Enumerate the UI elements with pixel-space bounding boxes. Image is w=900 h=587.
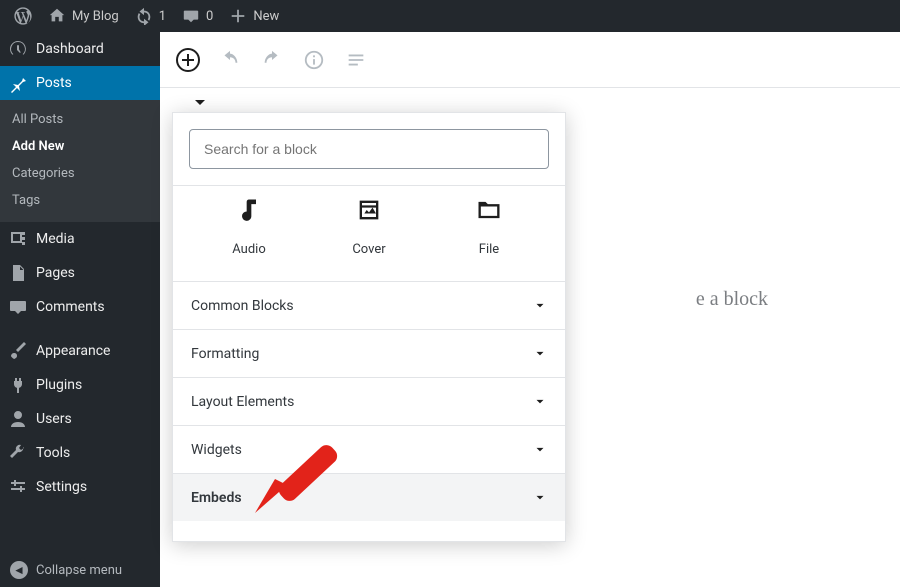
user-icon bbox=[8, 409, 28, 429]
plus-circle-icon bbox=[176, 48, 200, 72]
folder-icon bbox=[475, 196, 503, 224]
audio-icon bbox=[235, 196, 263, 224]
comments-link[interactable]: 0 bbox=[174, 0, 221, 32]
comments-icon bbox=[8, 297, 28, 317]
chevron-down-icon bbox=[533, 443, 547, 457]
new-link[interactable]: New bbox=[221, 0, 287, 32]
posts-submenu: All Posts Add New Categories Tags bbox=[0, 100, 160, 222]
cover-icon bbox=[355, 196, 383, 224]
chevron-down-icon bbox=[533, 395, 547, 409]
outline-button[interactable] bbox=[342, 46, 370, 74]
menu-label: Posts bbox=[36, 75, 72, 91]
chevron-down-icon bbox=[533, 347, 547, 361]
pin-icon bbox=[8, 73, 28, 93]
block-label: File bbox=[479, 242, 499, 257]
block-inserter-button[interactable] bbox=[174, 46, 202, 74]
menu-item-comments[interactable]: Comments bbox=[0, 290, 160, 324]
updates-count: 1 bbox=[159, 9, 166, 24]
inserter-scroll[interactable]: Audio Cover File bbox=[173, 186, 565, 541]
comment-icon bbox=[182, 7, 200, 25]
collapse-menu[interactable]: ◄ Collapse menu bbox=[0, 553, 160, 587]
block-label: Audio bbox=[232, 242, 265, 257]
wordpress-icon bbox=[14, 7, 32, 25]
category-widgets[interactable]: Widgets bbox=[173, 425, 565, 473]
editor-area: e a block Audio bbox=[160, 32, 900, 587]
editor-toolbar bbox=[160, 32, 900, 88]
menu-item-tools[interactable]: Tools bbox=[0, 436, 160, 470]
wp-logo[interactable] bbox=[6, 0, 40, 32]
submenu-add-new[interactable]: Add New bbox=[0, 133, 160, 160]
caret-down-icon bbox=[195, 100, 205, 110]
menu-label: Settings bbox=[36, 479, 87, 495]
category-layout[interactable]: Layout Elements bbox=[173, 377, 565, 425]
category-label: Formatting bbox=[191, 346, 259, 362]
menu-label: Appearance bbox=[36, 343, 110, 359]
block-inserter-popover: Audio Cover File bbox=[172, 112, 566, 542]
menu-item-users[interactable]: Users bbox=[0, 402, 160, 436]
pages-icon bbox=[8, 263, 28, 283]
refresh-icon bbox=[135, 7, 153, 25]
menu-item-settings[interactable]: Settings bbox=[0, 470, 160, 504]
site-name: My Blog bbox=[72, 9, 119, 24]
block-search-input[interactable] bbox=[189, 129, 549, 169]
chevron-left-icon: ◄ bbox=[10, 561, 28, 579]
comments-count: 0 bbox=[206, 9, 213, 24]
block-item-file[interactable]: File bbox=[439, 196, 539, 257]
media-icon bbox=[8, 229, 28, 249]
menu-label: Tools bbox=[36, 445, 70, 461]
category-formatting[interactable]: Formatting bbox=[173, 329, 565, 377]
redo-button[interactable] bbox=[258, 46, 286, 74]
menu-label: Pages bbox=[36, 265, 75, 281]
category-label: Common Blocks bbox=[191, 298, 294, 314]
menu-item-plugins[interactable]: Plugins bbox=[0, 368, 160, 402]
editor-placeholder-fragment: e a block bbox=[696, 288, 768, 311]
menu-item-pages[interactable]: Pages bbox=[0, 256, 160, 290]
block-item-cover[interactable]: Cover bbox=[319, 196, 419, 257]
brush-icon bbox=[8, 341, 28, 361]
menu-label: Comments bbox=[36, 299, 105, 315]
admin-bar: My Blog 1 0 New bbox=[0, 0, 900, 32]
submenu-tags[interactable]: Tags bbox=[0, 187, 160, 214]
undo-button[interactable] bbox=[216, 46, 244, 74]
submenu-categories[interactable]: Categories bbox=[0, 160, 160, 187]
block-items-row: Audio Cover File bbox=[173, 186, 565, 281]
category-label: Widgets bbox=[191, 442, 242, 458]
admin-sidebar: Dashboard Posts All Posts Add New Catego… bbox=[0, 32, 160, 587]
menu-item-appearance[interactable]: Appearance bbox=[0, 334, 160, 368]
collapse-label: Collapse menu bbox=[36, 563, 122, 578]
menu-label: Users bbox=[36, 411, 72, 427]
category-label: Embeds bbox=[191, 490, 242, 506]
info-button[interactable] bbox=[300, 46, 328, 74]
menu-item-media[interactable]: Media bbox=[0, 222, 160, 256]
dashboard-icon bbox=[8, 39, 28, 59]
plus-icon bbox=[229, 7, 247, 25]
category-common-blocks[interactable]: Common Blocks bbox=[173, 281, 565, 329]
chevron-down-icon bbox=[533, 299, 547, 313]
wrench-icon bbox=[8, 443, 28, 463]
menu-item-dashboard[interactable]: Dashboard bbox=[0, 32, 160, 66]
sliders-icon bbox=[8, 477, 28, 497]
plug-icon bbox=[8, 375, 28, 395]
chevron-down-icon bbox=[533, 491, 547, 505]
category-embeds[interactable]: Embeds bbox=[173, 473, 565, 521]
menu-item-posts[interactable]: Posts bbox=[0, 66, 160, 100]
site-link[interactable]: My Blog bbox=[40, 0, 127, 32]
submenu-all-posts[interactable]: All Posts bbox=[0, 106, 160, 133]
new-label: New bbox=[253, 9, 279, 24]
block-label: Cover bbox=[352, 242, 385, 257]
menu-label: Plugins bbox=[36, 377, 82, 393]
category-label: Layout Elements bbox=[191, 394, 294, 410]
menu-label: Dashboard bbox=[36, 41, 104, 57]
home-icon bbox=[48, 7, 66, 25]
menu-label: Media bbox=[36, 231, 75, 247]
updates-link[interactable]: 1 bbox=[127, 0, 174, 32]
block-item-audio[interactable]: Audio bbox=[199, 196, 299, 257]
